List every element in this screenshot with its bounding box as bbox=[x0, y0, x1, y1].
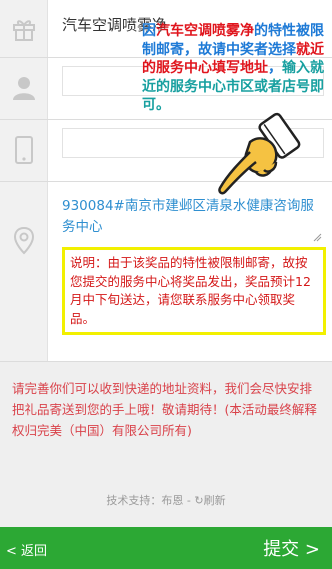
pointing-hand-icon bbox=[218, 112, 301, 195]
location-pin-icon bbox=[0, 181, 48, 301]
shipping-note: 说明：由于该奖品的特性被限制邮寄，故按您提交的服务中心将奖品发出，奖品预计12月… bbox=[62, 247, 326, 335]
annotation-text: 因 bbox=[142, 23, 156, 39]
back-button[interactable]: < 返回 bbox=[6, 540, 47, 559]
annotation-prize-text: 汽车空调喷雾净 bbox=[156, 23, 254, 39]
submit-button[interactable]: 提交 > bbox=[263, 535, 320, 561]
annotation-text: ， bbox=[268, 60, 282, 76]
address-textarea[interactable]: 930084#南京市建邺区清泉水健康咨询服务中心 bbox=[62, 196, 320, 238]
row-divider bbox=[0, 361, 332, 362]
resize-grip-icon[interactable] bbox=[312, 232, 322, 242]
instruction-annotation: 因汽车空调喷雾净的特性被限制邮寄，故请中奖者选择就近的服务中心填写地址，输入就近… bbox=[142, 22, 330, 115]
bottom-bar: < 返回 提交 > bbox=[0, 527, 332, 569]
shipping-note-text: 说明：由于该奖品的特性被限制邮寄，故按您提交的服务中心将奖品发出，奖品预计12月… bbox=[70, 255, 311, 326]
user-icon bbox=[0, 57, 48, 119]
notice-text: 请完善你们可以收到快递的地址资料，我们会尽快安排把礼品寄送到您的手上哦！敬请期待… bbox=[12, 381, 317, 438]
support-prefix: 技术支持： bbox=[106, 494, 162, 507]
phone-icon bbox=[0, 119, 48, 181]
tech-support: 技术支持：布恩 - ↻刷新 bbox=[0, 492, 332, 508]
support-link[interactable]: 布恩 bbox=[161, 494, 183, 507]
gift-icon bbox=[0, 0, 48, 57]
redeem-form: 汽车空调喷雾净 930084#南京市建邺区清泉水健康咨询服务中心 说明：由于该奖… bbox=[0, 0, 332, 362]
support-separator: - bbox=[183, 494, 195, 507]
refresh-icon[interactable]: ↻ bbox=[194, 494, 203, 507]
refresh-link[interactable]: 刷新 bbox=[204, 494, 226, 507]
